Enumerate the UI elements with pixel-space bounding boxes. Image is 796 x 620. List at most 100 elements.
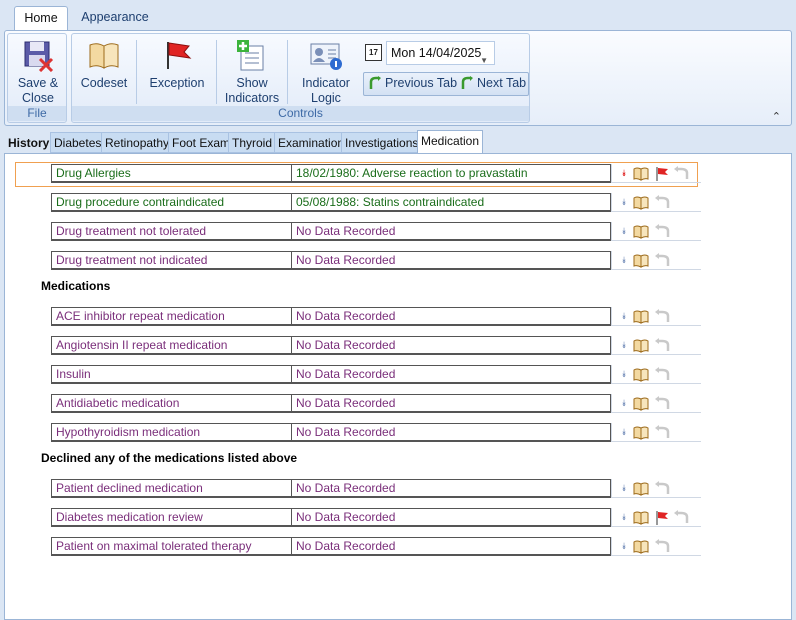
tab-retinopathy[interactable]: Retinopathy	[101, 132, 174, 153]
save-icon	[24, 41, 54, 72]
row-value[interactable]: No Data Recorded	[291, 479, 611, 498]
undo-arrow-icon[interactable]	[654, 224, 670, 239]
undo-arrow-icon[interactable]	[654, 367, 670, 382]
row-actions: ⯯	[611, 365, 701, 384]
indicator-logic-button[interactable]: Indicator Logic	[294, 38, 358, 106]
chevron-down-icon[interactable]: ⯯	[616, 253, 632, 268]
row-value[interactable]: No Data Recorded	[291, 307, 611, 326]
chevron-down-icon[interactable]: ▼	[480, 50, 488, 72]
tab-foot-exam[interactable]: Foot Exam	[168, 132, 235, 153]
codeset-book-icon[interactable]	[633, 539, 649, 554]
codeset-book-icon[interactable]	[633, 367, 649, 382]
row-value[interactable]: No Data Recorded	[291, 251, 611, 270]
undo-arrow-icon[interactable]	[654, 195, 670, 210]
row-actions: ⯯	[611, 394, 701, 413]
indicator-logic-label-2: Logic	[311, 91, 341, 105]
undo-arrow-icon[interactable]	[654, 253, 670, 268]
codeset-book-icon[interactable]	[633, 166, 649, 181]
ribbon-tab-appearance[interactable]: Appearance	[78, 6, 152, 31]
tab-investigations[interactable]: Investigations	[341, 132, 423, 153]
row-value[interactable]: No Data Recorded	[291, 394, 611, 413]
undo-arrow-icon[interactable]	[654, 425, 670, 440]
chevron-down-icon[interactable]: ⯯	[616, 510, 632, 525]
undo-arrow-icon[interactable]	[673, 166, 689, 181]
date-picker[interactable]: 17 Mon 14/04/2025 ▼	[362, 41, 498, 65]
codeset-label: Codeset	[80, 76, 128, 90]
codeset-book-icon[interactable]	[633, 195, 649, 210]
save-close-label-1: Save &	[17, 76, 59, 90]
tab-examination[interactable]: Examination	[274, 132, 349, 153]
exception-flag-icon[interactable]	[654, 166, 670, 181]
tab-thyroid[interactable]: Thyroid	[228, 132, 277, 153]
calendar-icon: 17	[365, 44, 382, 61]
codeset-book-icon[interactable]	[633, 338, 649, 353]
row-label: ACE inhibitor repeat medication	[51, 307, 291, 326]
ribbon-tab-home[interactable]: Home	[14, 6, 68, 31]
codeset-book-icon[interactable]	[633, 425, 649, 440]
codeset-book-icon[interactable]	[633, 396, 649, 411]
tab-history[interactable]: History	[4, 132, 53, 153]
row-actions: ⯯	[611, 307, 701, 326]
undo-arrow-icon[interactable]	[654, 481, 670, 496]
show-indicators-label-2: Indicators	[224, 91, 280, 105]
codeset-book-icon[interactable]	[633, 309, 649, 324]
exception-label: Exception	[149, 76, 205, 90]
controls-group-label: Controls	[72, 106, 529, 121]
ribbon-tab-bar: Home Appearance	[0, 0, 796, 31]
row-value[interactable]: 05/08/1988: Statins contraindicated	[291, 193, 611, 212]
chevron-down-icon[interactable]: ⯯	[616, 396, 632, 411]
tab-medication[interactable]: Medication	[417, 130, 484, 154]
row-actions: ⯯	[611, 164, 701, 183]
row-value[interactable]: No Data Recorded	[291, 222, 611, 241]
next-tab-label: Next Tab	[477, 76, 527, 90]
previous-tab-label: Previous Tab	[385, 76, 458, 90]
chevron-down-icon[interactable]: ⯯	[616, 166, 632, 181]
row-actions: ⯯	[611, 251, 701, 270]
chevron-down-icon[interactable]: ⯯	[616, 224, 632, 239]
save-close-label-2: Close	[22, 91, 54, 105]
row-label: Angiotensin II repeat medication	[51, 336, 291, 355]
row-value[interactable]: No Data Recorded	[291, 423, 611, 442]
indicator-logic-icon	[310, 43, 342, 70]
row-value[interactable]: No Data Recorded	[291, 365, 611, 384]
next-tab-button[interactable]: Next Tab	[460, 76, 526, 90]
exception-flag-icon[interactable]	[654, 510, 670, 525]
codeset-book-icon[interactable]	[633, 224, 649, 239]
codeset-book-icon[interactable]	[633, 253, 649, 268]
codeset-button[interactable]: Codeset	[78, 38, 130, 91]
row-value[interactable]: No Data Recorded	[291, 537, 611, 556]
section-tab-bar: History Diabetes Retinopathy Foot Exam T…	[0, 128, 796, 154]
chevron-down-icon[interactable]: ⯯	[616, 195, 632, 210]
tab-diabetes[interactable]: Diabetes	[50, 132, 106, 153]
chevron-down-icon[interactable]: ⯯	[616, 338, 632, 353]
chevron-down-icon[interactable]: ⯯	[616, 481, 632, 496]
codeset-book-icon[interactable]	[633, 481, 649, 496]
chevron-down-icon[interactable]: ⯯	[616, 367, 632, 382]
chevron-down-icon[interactable]: ⯯	[616, 309, 632, 324]
row-label: Drug treatment not tolerated	[51, 222, 291, 241]
undo-arrow-icon[interactable]	[654, 338, 670, 353]
row-label: Patient declined medication	[51, 479, 291, 498]
undo-arrow-icon[interactable]	[654, 396, 670, 411]
collapse-ribbon-icon[interactable]: ⌃	[772, 110, 781, 123]
row-label: Antidiabetic medication	[51, 394, 291, 413]
undo-arrow-icon[interactable]	[654, 539, 670, 554]
show-indicators-button[interactable]: Show Indicators	[222, 38, 282, 106]
exception-button[interactable]: Exception	[144, 38, 210, 91]
undo-arrow-icon[interactable]	[673, 510, 689, 525]
date-field[interactable]: Mon 14/04/2025 ▼	[386, 41, 495, 65]
previous-tab-button[interactable]: Previous Tab	[368, 76, 457, 90]
row-value[interactable]: No Data Recorded	[291, 508, 611, 527]
codeset-book-icon[interactable]	[633, 510, 649, 525]
row-label: Diabetes medication review	[51, 508, 291, 527]
row-label: Patient on maximal tolerated therapy	[51, 537, 291, 556]
separator	[136, 40, 137, 104]
row-actions: ⯯	[611, 336, 701, 355]
row-value[interactable]: No Data Recorded	[291, 336, 611, 355]
row-value[interactable]: 18/02/1980: Adverse reaction to pravasta…	[291, 164, 611, 183]
undo-arrow-icon[interactable]	[654, 309, 670, 324]
section-heading-medications: Medications	[41, 279, 111, 293]
chevron-down-icon[interactable]: ⯯	[616, 425, 632, 440]
save-close-button[interactable]: Save & Close	[14, 38, 62, 106]
chevron-down-icon[interactable]: ⯯	[616, 539, 632, 554]
